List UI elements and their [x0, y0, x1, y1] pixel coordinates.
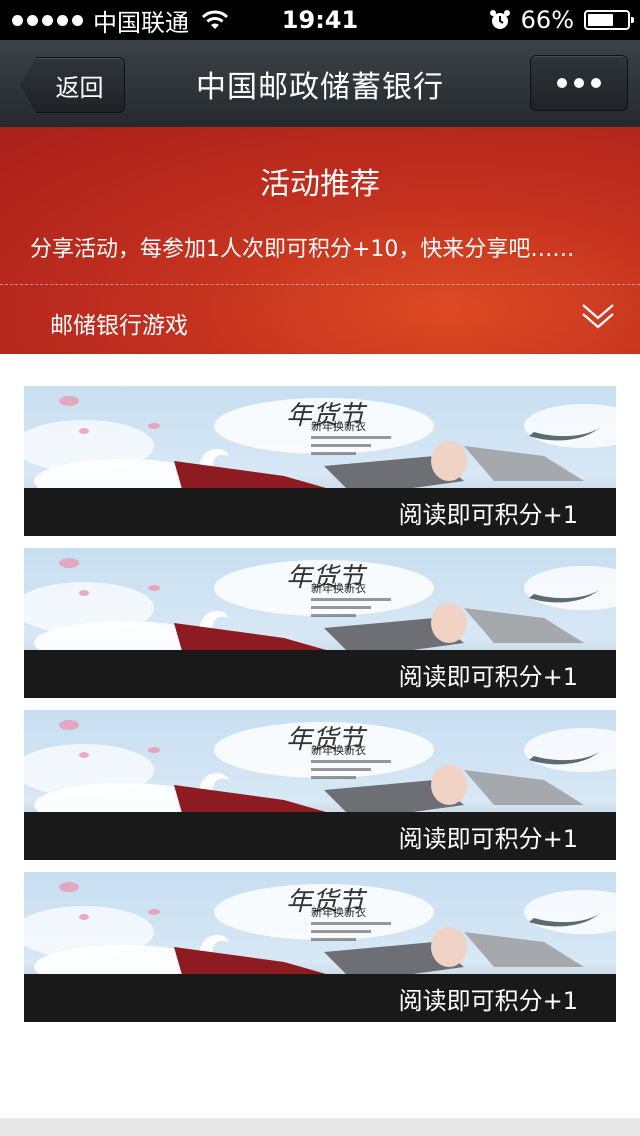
back-button[interactable]: 返回	[20, 57, 125, 113]
status-bar: 中国联通 19:41 66%	[0, 0, 640, 40]
promo-card[interactable]: 年货节 新年换新衣 阅读即可积分+1	[24, 548, 616, 698]
carrier-name: 中国联通	[93, 8, 189, 37]
back-button-label: 返回	[55, 73, 104, 102]
card-caption-bar: 阅读即可积分+1	[24, 488, 616, 536]
art-headline: 新年换新衣	[311, 581, 366, 595]
promo-card[interactable]: 年货节 新年换新衣 阅读即可积分+1	[24, 872, 616, 1022]
card-caption: 阅读即可积分+1	[398, 662, 578, 691]
card-caption: 阅读即可积分+1	[398, 824, 578, 853]
activity-banner: 活动推荐 分享活动，每参加1人次即可积分+10，快来分享吧…… 邮储银行游戏	[0, 127, 640, 354]
promo-card-list: 年货节 新年换新衣 阅读即可积分+1 年货节 新年换新衣 阅读即可积分+1 年货…	[24, 386, 616, 1034]
bottom-strip	[0, 1118, 640, 1136]
wifi-icon	[201, 10, 229, 29]
card-caption: 阅读即可积分+1	[398, 500, 578, 529]
battery-percent: 66%	[520, 6, 574, 34]
page-title: 中国邮政储蓄银行	[196, 69, 444, 105]
banner-title: 活动推荐	[260, 167, 380, 202]
dashed-divider	[0, 284, 640, 285]
more-dot-icon	[591, 78, 601, 88]
card-caption-bar: 阅读即可积分+1	[24, 650, 616, 698]
art-headline: 新年换新衣	[311, 419, 366, 433]
more-options-button[interactable]	[530, 55, 628, 111]
banner-description: 分享活动，每参加1人次即可积分+10，快来分享吧……	[30, 237, 575, 262]
more-dot-icon	[574, 78, 584, 88]
card-caption-bar: 阅读即可积分+1	[24, 974, 616, 1022]
promo-card[interactable]: 年货节 新年换新衣 阅读即可积分+1	[24, 386, 616, 536]
battery-icon	[584, 10, 634, 30]
signal-strength-icon	[12, 14, 83, 26]
card-caption-bar: 阅读即可积分+1	[24, 812, 616, 860]
navigation-bar: 返回 中国邮政储蓄银行	[0, 40, 640, 127]
promo-card[interactable]: 年货节 新年换新衣 阅读即可积分+1	[24, 710, 616, 860]
chevron-down-icon[interactable]	[580, 299, 616, 335]
battery-fill	[588, 14, 614, 26]
section-label[interactable]: 邮储银行游戏	[50, 306, 188, 340]
art-headline: 新年换新衣	[311, 905, 366, 919]
alarm-clock-icon	[489, 10, 510, 29]
more-dot-icon	[557, 78, 567, 88]
art-headline: 新年换新衣	[311, 743, 366, 757]
card-caption: 阅读即可积分+1	[398, 986, 578, 1015]
